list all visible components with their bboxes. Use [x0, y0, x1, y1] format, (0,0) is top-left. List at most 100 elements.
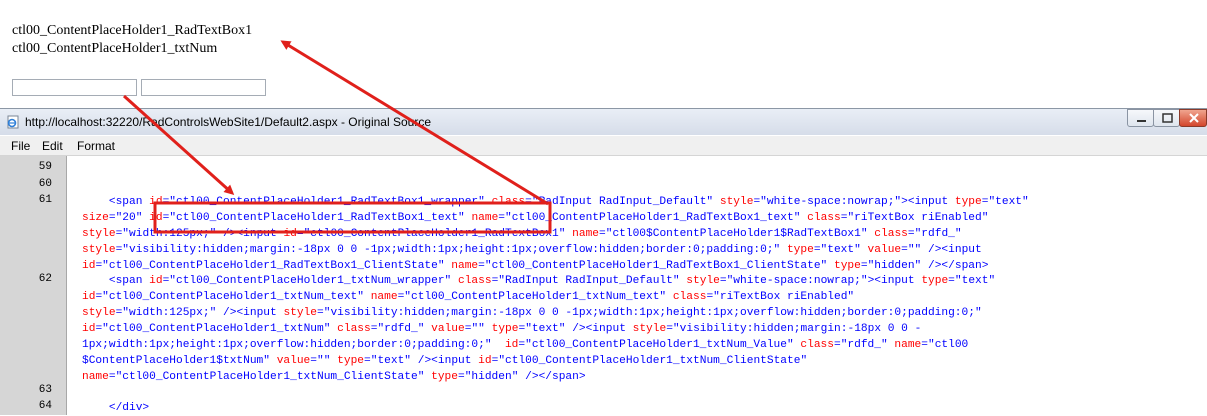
code-token: "RadInput RadInput_Default" — [498, 275, 680, 287]
menu-file[interactable]: File — [11, 139, 30, 153]
code-token: type — [954, 196, 982, 208]
code-token: = — [364, 355, 371, 367]
code-token: "rdfd_" — [377, 323, 425, 335]
code-line: $ContentPlaceHolder1$txtNum" value="" ty… — [82, 353, 807, 369]
code-token: "ctl00_ContentPlaceHolder1_RadTextBox1_C… — [102, 260, 445, 272]
code-line: 1px;width:1px;height:1px;overflow:hidden… — [82, 337, 968, 353]
code-token: /></span> — [518, 371, 586, 383]
code-token: $ContentPlaceHolder1$txtNum" — [82, 355, 270, 367]
maximize-icon — [1162, 113, 1173, 123]
code-token: class — [491, 196, 526, 208]
code-line: size="20" id="ctl00_ContentPlaceHolder1_… — [82, 210, 988, 226]
code-token: style — [82, 307, 116, 319]
code-token: "text" — [525, 323, 566, 335]
code-token: "width:125px;" — [122, 228, 217, 240]
code-token: "ctl00_ContentPlaceHolder1_RadTextBox1_C… — [484, 260, 828, 272]
txtnum-id-label: ctl00_ContentPlaceHolder1_txtNum — [12, 41, 218, 56]
code-token: "rdfd_" — [840, 339, 888, 351]
window-title: http://localhost:32220/RadControlsWebSit… — [25, 115, 432, 129]
code-token: "ctl00_ContentPlaceHolder1_RadTextBox1_t… — [505, 212, 801, 224]
code-token: id — [149, 196, 163, 208]
title-bar[interactable]: http://localhost:32220/RadControlsWebSit… — [0, 109, 1207, 135]
code-token: "ctl00_ContentPlaceHolder1_txtNum_Value" — [525, 339, 794, 351]
code-token: = — [901, 244, 908, 256]
menu-format[interactable]: Format — [77, 139, 115, 153]
code-token: "ctl00 — [927, 339, 969, 351]
code-token: "" — [907, 244, 922, 256]
code-line: style = "visibility:hidden;margin:-18px 0 … — [82, 242, 982, 258]
code-token: /><input — [216, 307, 284, 319]
code-token: = — [317, 307, 324, 319]
code-token: class — [672, 291, 707, 303]
code-token: "ctl00$ContentPlaceHolder1$RadTextBox1" — [605, 228, 868, 240]
code-token: = — [108, 212, 116, 224]
code-token: = — [948, 275, 955, 287]
code-token: "visibility:hidden;margin:-18px 0 0 - — [672, 323, 922, 335]
code-token: name — [82, 371, 109, 383]
close-button[interactable] — [1179, 109, 1207, 127]
code-token: class — [874, 228, 908, 240]
code-token: name — [451, 260, 479, 272]
code-token: style — [283, 307, 318, 319]
code-token: id — [82, 291, 96, 303]
code-token: /><input — [411, 355, 479, 367]
code-token: = — [666, 323, 673, 335]
code-line: style="width:125px;" /><input id="ctl00_… — [82, 226, 962, 242]
code-token: "visibility:hidden;margin:-18px 0 0 -1px… — [323, 307, 982, 319]
code-token: "visibility:hidden;margin:-18px 0 0 -1px… — [122, 244, 781, 256]
code-token: id — [82, 260, 96, 272]
code-token: = — [457, 371, 465, 383]
code-token: <span — [82, 275, 150, 287]
code-token: type — [786, 244, 814, 256]
code-line: style="width:125px;" /><input style="vis… — [82, 305, 982, 321]
source-code-area[interactable]: <span id="ctl00_ContentPlaceHolder1_RadT… — [0, 156, 1207, 415]
code-token: "text" — [820, 244, 861, 256]
code-token: type — [833, 260, 861, 272]
menu-edit[interactable]: Edit — [42, 139, 63, 153]
code-token: = — [813, 244, 821, 256]
code-token: style — [82, 244, 116, 256]
code-token: ><input — [901, 196, 955, 208]
code-token: "ctl00_ContentPlaceHolder1_txtNum_text" — [102, 291, 364, 303]
minimize-button[interactable] — [1127, 109, 1154, 127]
code-line: id="ctl00_ContentPlaceHolder1_RadTextBox… — [82, 258, 988, 274]
code-token: value — [867, 244, 902, 256]
radtextbox-input[interactable] — [12, 79, 137, 96]
code-line: <span id = "ctl00_ContentPlaceHolder1_RadT… — [82, 194, 1029, 210]
code-token: ><input — [867, 275, 922, 287]
code-token: = — [599, 228, 606, 240]
code-token: type — [491, 323, 519, 335]
code-token: = — [310, 355, 317, 367]
source-viewer-window: http://localhost:32220/RadControlsWebSit… — [0, 108, 1207, 415]
txtnum-input[interactable] — [141, 79, 266, 96]
code-token: "riTextBox riEnabled" — [713, 291, 855, 303]
code-token: "20" — [115, 212, 143, 224]
code-token: id — [504, 339, 519, 351]
code-token: = — [108, 371, 116, 383]
code-token: value — [276, 355, 311, 367]
code-token: = — [478, 260, 485, 272]
code-token: "text" — [370, 355, 412, 367]
code-token: "hidden" — [867, 260, 922, 272]
code-token: id — [149, 212, 163, 224]
code-token: "" — [317, 355, 331, 367]
code-token: class — [458, 275, 492, 287]
code-token: "white-space:nowrap;" — [726, 275, 868, 287]
code-token: /></span> — [921, 260, 989, 272]
code-token: style — [82, 228, 116, 240]
radtextbox-id-label: ctl00_ContentPlaceHolder1_RadTextBox1 — [12, 23, 253, 38]
code-token: = — [907, 228, 915, 240]
code-token: "" — [471, 323, 485, 335]
code-token: type — [337, 355, 365, 367]
code-token: "width:125px;" — [122, 307, 217, 319]
code-token: id — [82, 323, 96, 335]
maximize-button[interactable] — [1153, 109, 1180, 127]
code-token: "ctl00_ContentPlaceHolder1_txtNum_Client… — [498, 355, 808, 367]
close-icon — [1189, 113, 1199, 123]
code-token: = — [296, 228, 304, 240]
